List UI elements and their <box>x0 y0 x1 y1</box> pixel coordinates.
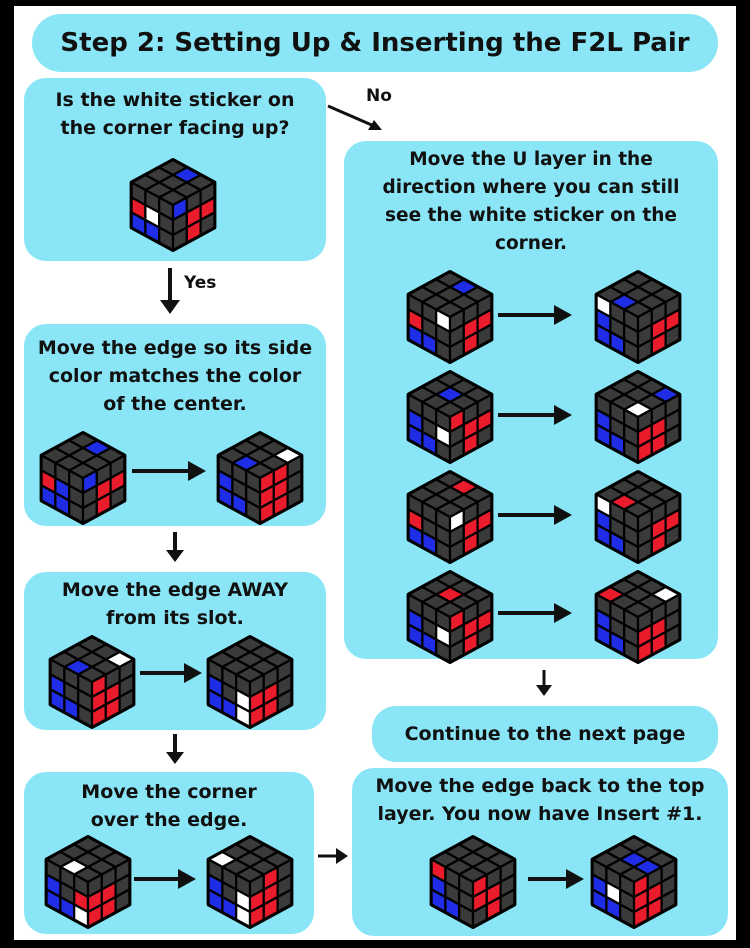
rubiks-cube-icon <box>206 835 294 929</box>
arrow-right-icon <box>498 505 572 525</box>
arrow-right-icon <box>318 848 348 864</box>
arrow-right-icon <box>134 869 196 889</box>
move-u-text: Move the U layer in the direction where … <box>382 149 680 254</box>
rubiks-cube-icon <box>590 835 678 929</box>
page-title: Step 2: Setting Up & Inserting the F2L P… <box>32 14 718 72</box>
yes-label: Yes <box>184 273 217 293</box>
rubiks-cube-icon <box>44 835 132 929</box>
rubiks-cube-icon <box>48 635 136 729</box>
question-text: Is the white sticker on the corner facin… <box>55 89 295 139</box>
arrow-down-icon <box>536 670 552 696</box>
rubiks-cube-icon <box>429 835 517 929</box>
rubiks-cube-icon <box>216 431 304 525</box>
rubiks-cube-icon <box>594 570 682 664</box>
arrow-down-icon <box>166 532 184 562</box>
edge-away-text: Move the edge AWAY from its slot. <box>61 579 289 629</box>
rubiks-cube-icon <box>406 470 494 564</box>
arrow-right-icon <box>498 405 572 425</box>
arrow-right-icon <box>140 663 202 683</box>
rubiks-cube-icon <box>206 635 294 729</box>
arrow-down-icon <box>160 268 180 314</box>
arrow-right-icon <box>132 461 206 481</box>
arrow-no-icon <box>327 104 382 130</box>
continue-text: Continue to the next page <box>404 723 686 745</box>
edge-back-text: Move the edge back to the top layer. You… <box>375 775 705 825</box>
arrow-down-icon <box>166 734 184 764</box>
flowchart-sheet: Step 2: Setting Up & Inserting the F2L P… <box>14 6 736 940</box>
arrow-right-icon <box>498 305 572 325</box>
arrow-right-icon <box>528 869 584 889</box>
rubiks-cube-icon <box>129 158 217 252</box>
arrow-right-icon <box>498 603 572 623</box>
rubiks-cube-icon <box>594 370 682 464</box>
rubiks-cube-icon <box>406 270 494 364</box>
rubiks-cube-icon <box>406 570 494 664</box>
rubiks-cube-icon <box>594 270 682 364</box>
rubiks-cube-icon <box>406 370 494 464</box>
match-edge-text: Move the edge so its side color matches … <box>37 337 313 415</box>
rubiks-cube-icon <box>39 431 127 525</box>
rubiks-cube-icon <box>594 470 682 564</box>
corner-over-text: Move the corner over the edge. <box>81 781 257 831</box>
